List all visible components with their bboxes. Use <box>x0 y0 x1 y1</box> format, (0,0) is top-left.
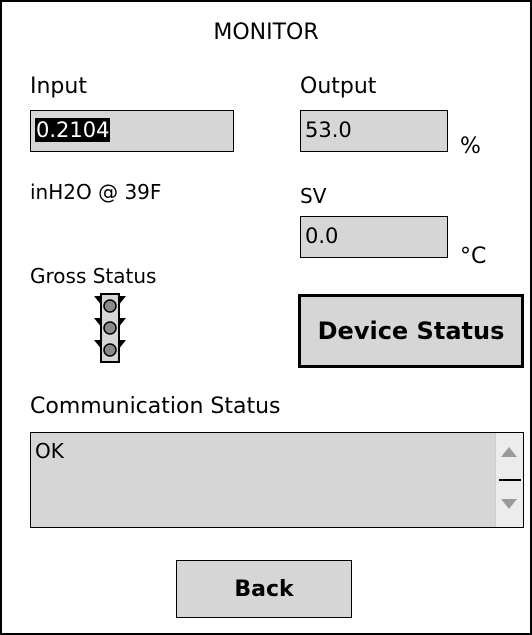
output-value: 53.0 <box>305 118 352 142</box>
input-label: Input <box>30 74 87 99</box>
communication-status-label: Communication Status <box>30 394 281 419</box>
sv-field[interactable]: 0.0 <box>300 216 448 258</box>
device-status-button[interactable]: Device Status <box>298 294 524 368</box>
scroll-thumb[interactable] <box>499 479 521 481</box>
monitor-window: MONITOR Input 0.2104 inH2O @ 39F Output … <box>0 0 532 635</box>
device-status-label: Device Status <box>317 317 505 345</box>
communication-status-value: OK <box>35 439 64 463</box>
back-button[interactable]: Back <box>176 560 352 618</box>
input-units: inH2O @ 39F <box>30 180 162 204</box>
output-label: Output <box>300 74 377 99</box>
output-unit: % <box>460 134 481 159</box>
gross-status-label: Gross Status <box>30 264 157 288</box>
communication-status-box[interactable]: OK <box>30 432 524 528</box>
traffic-light-icon <box>92 292 128 364</box>
page-title: MONITOR <box>213 20 319 45</box>
input-value: 0.2104 <box>35 118 111 142</box>
back-button-label: Back <box>234 576 294 602</box>
sv-label: SV <box>300 184 327 208</box>
communication-scrollbar[interactable] <box>495 433 523 527</box>
sv-unit: °C <box>460 244 487 269</box>
scroll-up-icon[interactable] <box>501 447 517 457</box>
scroll-down-icon[interactable] <box>501 499 517 509</box>
input-field[interactable]: 0.2104 <box>30 110 234 152</box>
sv-value: 0.0 <box>305 224 339 248</box>
output-field[interactable]: 53.0 <box>300 110 448 152</box>
